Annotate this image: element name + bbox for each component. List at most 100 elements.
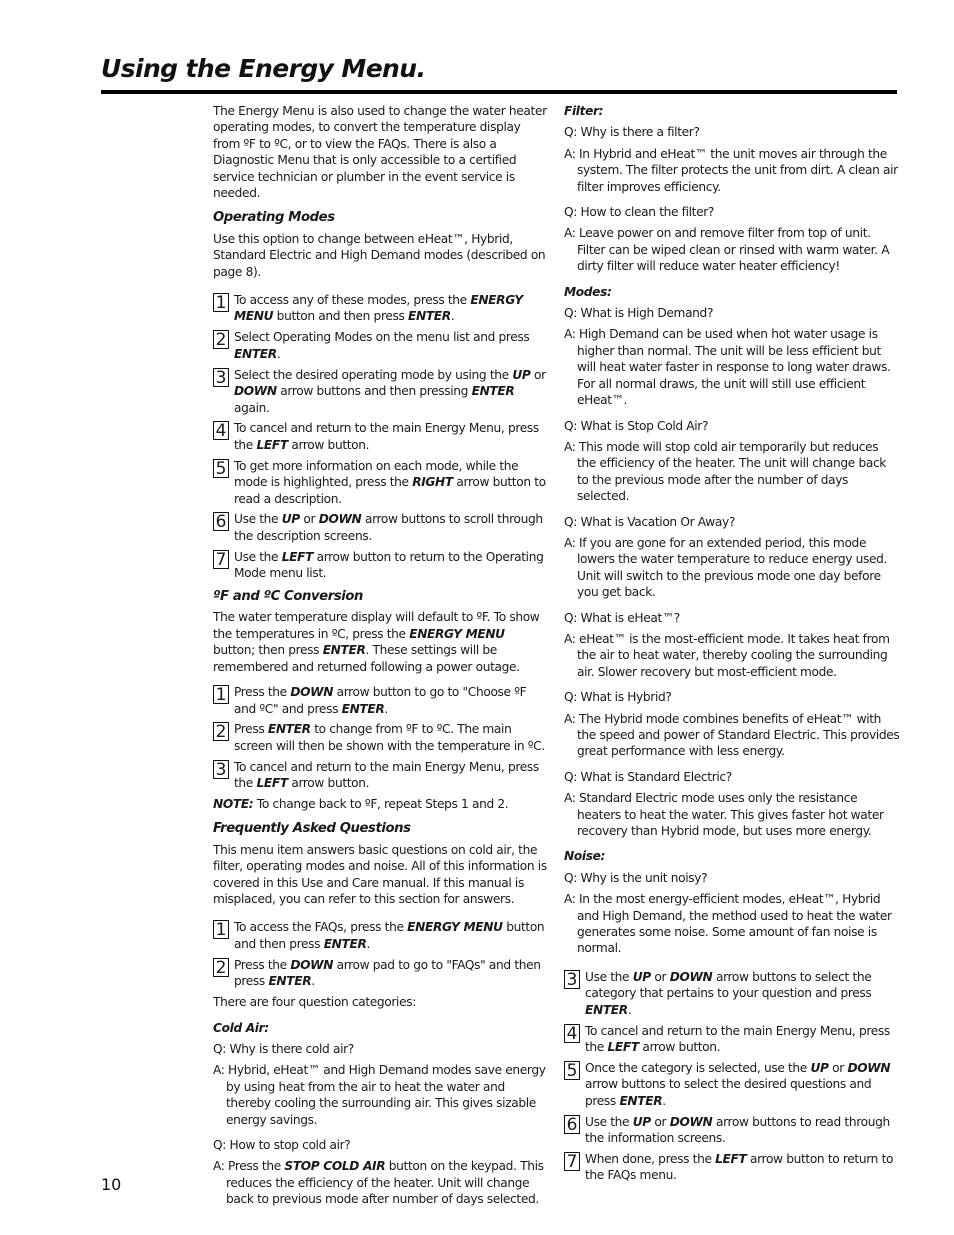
step-item: 3 Use the UP or DOWN arrow buttons to sel…	[564, 969, 900, 1018]
text-run: A: This mode will stop cold air temporar…	[564, 439, 887, 504]
step-number-box: 7	[213, 549, 229, 569]
text-run: A: High Demand can be used when hot wate…	[564, 327, 891, 408]
right-column: Filter: Q: Why is there a filter? A: In Hy…	[564, 103, 900, 1188]
step-text: Once the category is selected, use the U…	[585, 1060, 900, 1109]
faq-question: Q: Why is there a filter?	[564, 125, 700, 140]
section-description: This menu item answers basic questions o…	[213, 842, 547, 907]
note-label: NOTE:	[213, 797, 254, 812]
step-list: 1 To access the FAQs, press the ENERGY ME…	[213, 919, 549, 989]
step-text: When done, press the LEFT arrow button t…	[585, 1151, 900, 1184]
step-number-box: 2	[213, 722, 229, 742]
emphasized-text: UP	[810, 1060, 829, 1075]
step-item: 6 Use the UP or DOWN arrow buttons to scr…	[213, 511, 549, 544]
step-text: Press the DOWN arrow button to go to "Ch…	[234, 684, 549, 717]
step-text: To cancel and return to the main Energy …	[585, 1023, 900, 1056]
step-number-box: 3	[213, 367, 229, 387]
text-run: or	[828, 1060, 848, 1075]
step-number-box: 1	[213, 685, 229, 705]
step-number-box: 2	[213, 330, 229, 350]
text-run: arrow button.	[638, 1040, 721, 1054]
emphasized-text: ENTER	[471, 384, 515, 399]
page-number: 10	[101, 1175, 122, 1194]
step-list: 1 To access any of these modes, press the…	[213, 292, 549, 582]
emphasized-text: LEFT	[281, 549, 314, 564]
text-run: Select Operating Modes on the menu list …	[234, 330, 530, 345]
faq-answer: A: Standard Electric mode uses only the …	[564, 790, 900, 839]
emphasized-text: DOWN	[290, 957, 334, 972]
text-run: button; then press	[213, 643, 323, 658]
faq-category: Filter: Q: Why is there a filter? A: In Hy…	[564, 103, 900, 275]
step-text: Select Operating Modes on the menu list …	[234, 329, 549, 362]
faq-answer: A: This mode will stop cold air temporar…	[564, 439, 900, 505]
text-run: A: In Hybrid and eHeat™ the unit moves a…	[564, 146, 898, 194]
text-run: To access the FAQs, press the	[234, 920, 408, 935]
step-item: 3 To cancel and return to the main Energy…	[213, 759, 549, 792]
category-heading: Noise:	[564, 849, 606, 864]
faq-answer: A: High Demand can be used when hot wate…	[564, 326, 900, 408]
step-number-box: 6	[564, 1114, 580, 1134]
faq-section: Frequently Asked Questions This menu ite…	[213, 821, 549, 1207]
emphasized-text: ENTER	[408, 309, 451, 324]
emphasized-text: UP	[281, 512, 300, 527]
intro-paragraph: The Energy Menu is also used to change t…	[213, 104, 547, 201]
step-text: Press ENTER to change from ºF to ºC. The…	[234, 721, 549, 754]
text-run: A: eHeat™ is the most-efficient mode. It…	[564, 631, 890, 679]
text-run: .	[276, 346, 281, 361]
emphasized-text: ENTER	[619, 1093, 663, 1108]
step-item: 4 To cancel and return to the main Energy…	[564, 1023, 900, 1056]
step-text: Use the UP or DOWN arrow buttons to scro…	[234, 511, 549, 544]
step-text: Select the desired operating mode by usi…	[234, 367, 549, 416]
note: NOTE: To change back to ºF, repeat Steps…	[213, 796, 549, 812]
section-heading: Operating Modes	[213, 210, 335, 226]
faq-answer: A: eHeat™ is the most-efficient mode. It…	[564, 631, 900, 680]
section-description: Use this option to change between eHeat™…	[213, 231, 546, 279]
emphasized-text: LEFT	[256, 437, 288, 452]
step-item: 7 When done, press the LEFT arrow button …	[564, 1151, 900, 1184]
faq-answer: A: In the most energy-efficient modes, e…	[564, 891, 900, 957]
text-run: Press	[234, 722, 268, 737]
text-run: Use the	[234, 549, 282, 564]
text-run: button and then press	[273, 309, 409, 324]
text-run: When done, press the	[585, 1151, 716, 1166]
step-number-box: 4	[213, 421, 229, 441]
text-run: A: Leave power on and remove filter from…	[564, 226, 890, 274]
step-text: Press the DOWN arrow pad to go to "FAQs"…	[234, 957, 549, 990]
text-run: or	[650, 969, 670, 984]
emphasized-text: LEFT	[607, 1040, 639, 1054]
text-run: .	[311, 974, 315, 989]
emphasized-text: ENTER	[267, 722, 311, 737]
emphasized-text: UP	[512, 367, 531, 382]
step-item: 2 Press the DOWN arrow pad to go to "FAQs…	[213, 957, 549, 990]
emphasized-text: ENTER	[323, 936, 367, 951]
category-heading: Cold Air:	[213, 1020, 269, 1035]
step-item: 1 Press the DOWN arrow button to go to "C…	[213, 684, 549, 717]
text-run: .	[627, 1002, 632, 1017]
category-heading: Modes:	[564, 284, 612, 299]
text-run: or	[530, 367, 546, 382]
faq-question: Q: Why is the unit noisy?	[564, 870, 708, 885]
step-item: 7 Use the LEFT arrow button to return to …	[213, 549, 549, 582]
categories-intro: There are four question categories:	[213, 995, 416, 1010]
faq-question: Q: What is Stop Cold Air?	[564, 418, 709, 433]
text-run: Press the	[234, 957, 291, 972]
step-number-box: 7	[564, 1151, 580, 1171]
step-number-box: 5	[564, 1060, 580, 1080]
step-text: Use the LEFT arrow button to return to t…	[234, 549, 549, 582]
emphasized-text: UP	[632, 969, 651, 984]
step-list: 3 Use the UP or DOWN arrow buttons to sel…	[564, 969, 900, 1184]
emphasized-text: DOWN	[290, 685, 334, 700]
step-number-box: 1	[213, 920, 229, 940]
step-number-box: 3	[564, 969, 580, 989]
text-run: .	[662, 1093, 666, 1108]
text-run: arrow buttons and then pressing	[276, 384, 472, 399]
text-run: Use the	[234, 512, 282, 527]
step-text: To cancel and return to the main Energy …	[234, 420, 549, 453]
emphasized-text: ENTER	[341, 701, 385, 716]
step-number-box: 6	[213, 512, 229, 532]
faq-question: Q: How to stop cold air?	[213, 1137, 351, 1152]
emphasized-text: LEFT	[715, 1151, 747, 1166]
text-run: .	[450, 309, 455, 324]
emphasized-text: ENTER	[234, 346, 277, 361]
step-text: To cancel and return to the main Energy …	[234, 759, 549, 792]
emphasized-text: DOWN	[847, 1060, 891, 1075]
